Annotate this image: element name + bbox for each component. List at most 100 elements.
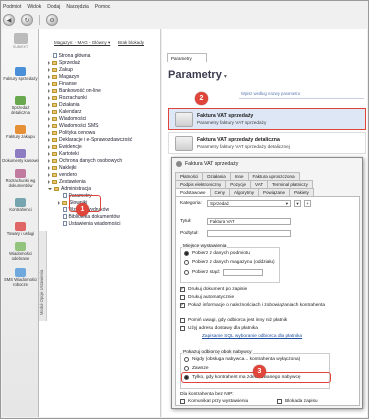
refresh-icon[interactable]: ↻ (21, 14, 33, 26)
tree-item-3[interactable]: Magazyn (48, 73, 79, 80)
chevron-right-icon[interactable] (48, 165, 50, 170)
tab-parametry[interactable]: Parametry (167, 53, 207, 62)
subtitle-input[interactable] (207, 230, 291, 237)
chevron-right-icon[interactable] (48, 102, 50, 107)
dialog-tab-tabs_row1-3[interactable]: Faktura uproszczona (247, 172, 300, 180)
title-dropdown-icon[interactable]: ▾ (224, 74, 227, 80)
issue-opt-1[interactable]: Pobierz z danych podmiotu (184, 251, 250, 256)
sidebar-item-2[interactable]: Faktury zakupu (2, 125, 39, 140)
tree-item-5[interactable]: Bankowość on-line (48, 87, 101, 94)
tree-item-2[interactable]: Zakup (48, 66, 73, 73)
tree-item-11[interactable]: Polityka cenowa (48, 129, 95, 136)
tree-item-19[interactable]: Administracja (48, 185, 91, 192)
dialog-tab-tabs_row1-0[interactable]: Płatności (175, 172, 204, 180)
sidebar-item-4[interactable]: Rozrachunki wg dokumentów (2, 169, 39, 189)
check-print-after-save[interactable]: ✓ Drukuj dokument po zapisie (180, 287, 247, 292)
category-add-button[interactable]: + (304, 200, 311, 207)
chevron-right-icon[interactable] (48, 151, 50, 156)
sql-link[interactable]: Zapisanie SQL wyboranie odbiorca dla pła… (202, 334, 302, 339)
menu-narzedzia[interactable]: Narzędzia (66, 4, 89, 10)
title-input[interactable]: Faktura VAT (207, 218, 291, 225)
radio-icon[interactable] (184, 270, 189, 275)
sidebar-item-3[interactable]: Dokumenty kasowe (2, 149, 39, 164)
menu-podmiot[interactable]: Podmiot (3, 4, 21, 10)
checkbox-checked-icon[interactable]: ✓ (180, 287, 185, 292)
receiver-opt-never[interactable]: Nigdy (obsługa nabywca... kontrahenta wy… (184, 357, 300, 362)
tree-item-24[interactable]: Ustawienia wiadomości (58, 220, 120, 227)
nip-opt-block[interactable]: Blokada zapisu (277, 399, 318, 404)
sidebar-item-1[interactable]: Sprzedaż detaliczna (2, 96, 39, 116)
vertical-tab[interactable]: Moduł Opcje Ustawienia (39, 231, 47, 321)
sidebar-item-8[interactable]: SMS Wiadomości robocze (2, 268, 39, 288)
tree-item-0[interactable]: Strona główna (48, 52, 90, 59)
chevron-right-icon[interactable] (48, 67, 50, 72)
check-show-receivables[interactable]: ✓ Pokaż informacje o należnościach i zobo… (180, 303, 325, 308)
issue-opt-2[interactable]: Pobierz z danych magazynu (oddziału) (184, 260, 275, 265)
checkbox-icon[interactable] (277, 399, 282, 404)
dialog-tab-tabs_row3-0[interactable]: Podstawowe (175, 188, 211, 196)
dialog-tab-tabs_row2-3[interactable]: Terminal płatniczy (267, 180, 313, 188)
radio-on-icon[interactable] (184, 251, 189, 256)
menu-pomoc[interactable]: Pomoc (95, 4, 111, 10)
chevron-right-icon[interactable] (48, 88, 50, 93)
chevron-right-icon[interactable] (48, 179, 50, 184)
sidebar-item-6[interactable]: Towary i usługi (2, 222, 39, 237)
dialog-tab-tabs_row3-3[interactable]: Powiązane (258, 188, 291, 196)
chevron-right-icon[interactable] (48, 74, 50, 79)
sidebar-item-5[interactable]: Kontrahenci (2, 198, 39, 213)
sidebar-item-7[interactable]: Wiadomości odebrane (2, 242, 39, 262)
sidebar-item-0[interactable]: Faktury sprzedaży (2, 67, 39, 82)
checkbox-icon[interactable] (180, 399, 185, 404)
tree-item-4[interactable]: Finanse (48, 80, 77, 87)
chevron-right-icon[interactable] (48, 137, 50, 142)
chevron-right-icon[interactable] (58, 200, 60, 205)
tree-item-18[interactable]: Zestawienia (48, 178, 86, 185)
dialog-tab-tabs_row3-1[interactable]: Ceny (209, 188, 231, 196)
chevron-down-icon[interactable] (48, 187, 52, 190)
tree-item-8[interactable]: Kalendarz (48, 108, 82, 115)
chevron-right-icon[interactable] (48, 109, 50, 114)
dialog-tab-tabs_row2-0[interactable]: Podpis elektroniczny (175, 180, 227, 188)
chevron-right-icon[interactable] (48, 60, 50, 65)
chevron-right-icon[interactable] (48, 123, 50, 128)
check-auto-print[interactable]: Drukuj automatycznie (180, 295, 234, 300)
tree-item-23[interactable]: Biblioteka dokumentów (58, 213, 120, 220)
checkbox-icon[interactable] (180, 326, 185, 331)
checkbox-icon[interactable] (180, 318, 185, 323)
check-delivery-address[interactable]: Użyj adresu dostawy dla płatnika (180, 326, 258, 331)
dialog-tab-tabs_row3-4[interactable]: Pakiety (289, 188, 314, 196)
dialog-tab-tabs_row2-1[interactable]: Pozycje (225, 180, 252, 188)
issue-opt-3[interactable]: Pobierz stąd: (184, 269, 263, 276)
chevron-right-icon[interactable] (48, 172, 50, 177)
chevron-right-icon[interactable] (48, 81, 50, 86)
tree-item-9[interactable]: Wiadomości (48, 115, 86, 122)
category-select[interactable]: Sprzedaż ▾ (207, 200, 291, 207)
tree-item-6[interactable]: Rozrachunki (48, 94, 87, 101)
issue-place-input[interactable] (223, 269, 263, 276)
dialog-tab-tabs_row1-2[interactable]: Inne (229, 172, 249, 180)
search-input[interactable]: Wpisz według nazwy parametru (239, 91, 364, 99)
receiver-opt-always[interactable]: Zawsze (184, 366, 209, 371)
chevron-right-icon[interactable] (48, 116, 50, 121)
dialog-tab-tabs_row1-1[interactable]: Działania (202, 172, 231, 180)
checkbox-checked-icon[interactable]: ✓ (180, 303, 185, 308)
chevron-right-icon[interactable] (48, 158, 50, 163)
chevron-right-icon[interactable] (48, 144, 50, 149)
gear-icon[interactable]: ⚙ (46, 14, 58, 26)
tree-item-12[interactable]: Deklaracje i e-Sprawozdawczość (48, 136, 132, 143)
tree-item-1[interactable]: Sprzedaż (48, 59, 80, 66)
warehouse-selector[interactable]: Magazyn: - MAG - Główny ▾ (54, 40, 110, 46)
list-item-faktura-vat-detaliczna[interactable]: Faktura VAT sprzedaży detaliczna Parametr… (168, 132, 366, 154)
tree-item-14[interactable]: Kartoteki (48, 150, 79, 157)
menu-widok[interactable]: Widok (27, 4, 41, 10)
dialog-tab-tabs_row2-2[interactable]: VAT (250, 180, 269, 188)
no-lock-link[interactable]: Brak blokady (118, 40, 144, 45)
radio-icon[interactable] (184, 260, 189, 265)
back-icon[interactable]: ◀ (3, 14, 15, 26)
radio-icon[interactable] (184, 357, 189, 362)
tree-item-17[interactable]: vendero (48, 171, 77, 178)
category-menu-button[interactable]: ▾ (294, 200, 301, 207)
nip-opt-message[interactable]: Komunikat przy wystawieniu (180, 399, 248, 404)
radio-icon[interactable] (184, 366, 189, 371)
tree-item-7[interactable]: Działania (48, 101, 80, 108)
